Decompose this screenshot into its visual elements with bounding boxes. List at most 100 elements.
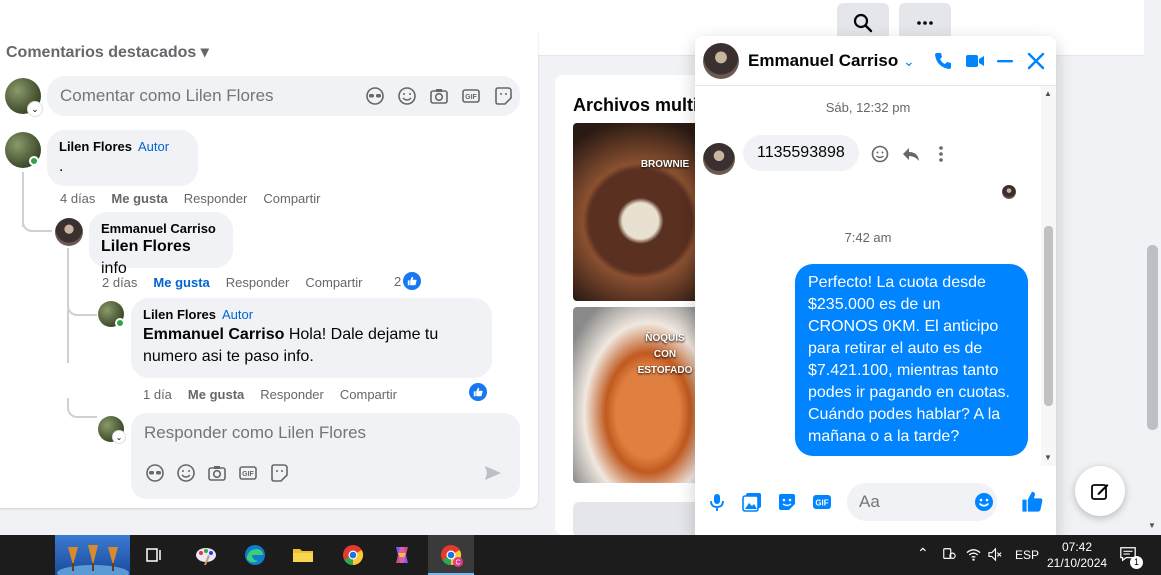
comment-author[interactable]: Lilen Flores [143,307,216,322]
avatar-sticker-icon[interactable] [145,463,165,483]
page-scrollbar[interactable]: ▼ [1144,40,1161,535]
scroll-up-icon[interactable]: ▲ [1044,89,1052,98]
reply-button[interactable]: Responder [260,387,324,402]
reply-button[interactable]: Responder [226,275,290,290]
share-button[interactable]: Compartir [305,275,362,290]
reply-arrow-icon[interactable] [901,144,921,164]
media-files-panel: Archivos multimedia BROWNIE ÑOQUIS CON E… [555,75,715,535]
comment-author[interactable]: Emmanuel Carriso [101,221,221,236]
sticker-icon[interactable] [493,86,513,106]
react-emoji-icon[interactable] [870,144,890,164]
chrome-profile-icon[interactable]: C [431,540,471,570]
gif-icon[interactable]: GIF [812,492,832,512]
chevron-up-icon[interactable]: ⌃ [917,545,929,562]
chrome-icon[interactable] [333,540,373,570]
comment-composer[interactable]: GIF [47,76,520,116]
photo-icon[interactable] [742,492,762,512]
volume-muted-icon[interactable] [988,547,1003,565]
message-input[interactable] [859,492,959,512]
paint-icon[interactable] [186,540,226,570]
like-icon [403,272,422,290]
emoji-icon[interactable] [397,86,417,106]
chevron-down-icon: ⌄ [28,102,42,116]
trees-icon [57,545,129,575]
gif-icon[interactable]: GIF [461,86,481,106]
comment-author[interactable]: Lilen Flores [59,139,132,154]
like-reaction-icon[interactable] [469,383,487,401]
like-button[interactable]: Me gusta [153,275,209,290]
comment-actions: 1 día Me gusta Responder Compartir [143,387,397,402]
share-button[interactable]: Compartir [340,387,397,402]
camera-icon[interactable] [207,463,227,483]
avatar-sticker-icon[interactable] [365,86,385,106]
device-icon[interactable] [942,547,956,564]
windows-taskbar: C ⌃ ESP 07:42 21/10/2024 1 [0,535,1161,575]
author-badge: Autor [221,307,254,322]
comment-text: . [59,158,64,175]
media-photo[interactable]: BROWNIE [573,123,715,301]
sticker-icon[interactable] [777,492,797,512]
close-icon[interactable] [1026,51,1046,71]
like-button[interactable]: Me gusta [111,191,167,206]
scroll-thumb[interactable] [1044,226,1053,406]
media-files-title: Archivos multimedia [573,95,715,115]
sticker-icon[interactable] [269,463,289,483]
reply-button[interactable]: Responder [184,191,248,206]
more-vertical-icon[interactable] [931,144,951,164]
timestamp: Sáb, 12:32 pm [825,100,911,115]
wifi-icon[interactable] [966,547,981,565]
svg-text:GIF: GIF [465,94,477,101]
scroll-down-icon[interactable]: ▼ [1148,521,1156,530]
share-button[interactable]: Compartir [263,191,320,206]
reply-input[interactable] [144,423,444,443]
comment-time[interactable]: 4 días [60,191,95,206]
new-message-button[interactable] [1075,466,1125,516]
avatar[interactable] [703,43,739,79]
section-title[interactable]: Comentarios destacados ▾ [6,42,209,62]
page-scroll-thumb[interactable] [1147,245,1158,430]
chat-window: Emmanuel Carriso ⌄ Sáb, 12:32 pm 1135593… [695,36,1056,536]
svg-text:GIF: GIF [242,471,254,478]
incoming-message[interactable]: 1135593898 [743,135,859,171]
message-input-pill[interactable] [847,483,997,521]
author-badge: Autor [137,139,170,154]
comment-time[interactable]: 1 día [143,387,172,402]
edge-browser-icon[interactable] [235,540,275,570]
file-explorer-icon[interactable] [283,540,323,570]
clock[interactable]: 07:42 21/10/2024 [1047,539,1107,571]
video-camera-icon[interactable] [965,51,985,71]
contact-name[interactable]: Emmanuel Carriso ⌄ [748,51,915,71]
emoji-icon[interactable] [974,492,994,512]
scroll-down-icon[interactable]: ▼ [1044,453,1052,462]
widgets-button[interactable] [55,535,130,575]
avatar[interactable] [703,143,735,175]
svg-text:GIF: GIF [815,499,828,508]
outgoing-message[interactable]: Perfecto! La cuota desde $235.000 es de … [795,264,1028,456]
send-icon[interactable] [483,463,503,483]
seen-avatar [1002,185,1016,199]
thumbs-up-icon[interactable] [1020,490,1044,514]
comment-time[interactable]: 2 días [102,275,137,290]
reply-composer[interactable]: GIF [131,413,520,499]
copilot-icon[interactable] [382,540,422,570]
mention-link[interactable]: Lilen Flores [101,238,191,255]
comment-input[interactable] [60,86,350,106]
avatar[interactable] [55,218,83,246]
reaction-count[interactable]: 2 [394,272,422,290]
thread-connector [67,398,97,418]
task-view-icon[interactable] [134,540,174,570]
mention-link[interactable]: Emmanuel Carriso [143,326,284,343]
media-photo[interactable]: ÑOQUIS CON ESTOFADO [573,307,715,483]
chat-scrollbar[interactable]: ▲ ▼ [1041,86,1056,466]
clock-date: 21/10/2024 [1047,556,1108,570]
timestamp: 7:42 am [844,230,892,245]
camera-icon[interactable] [429,86,449,106]
phone-icon[interactable] [933,51,953,71]
compose-icon [1090,481,1110,501]
language-indicator[interactable]: ESP [1015,548,1039,562]
gif-icon[interactable]: GIF [238,463,258,483]
minimize-icon[interactable] [995,51,1015,71]
emoji-icon[interactable] [176,463,196,483]
like-button[interactable]: Me gusta [188,387,244,402]
microphone-icon[interactable] [707,492,727,512]
